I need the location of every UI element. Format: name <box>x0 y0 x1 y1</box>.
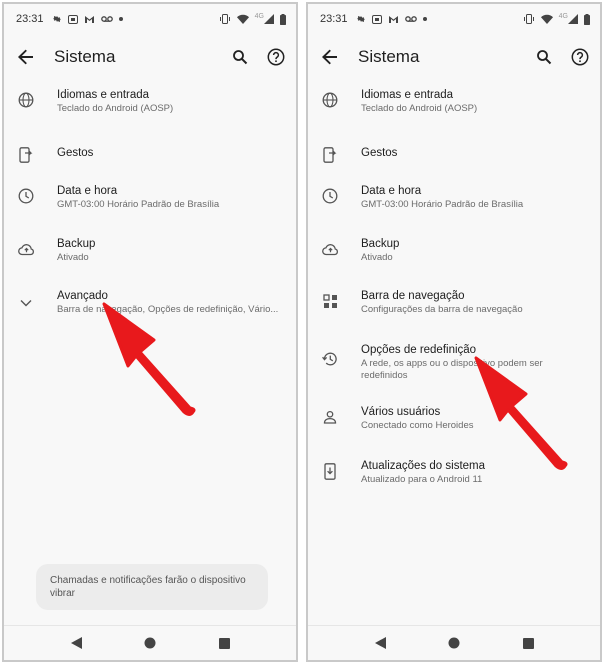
system-navigation-bar <box>4 625 296 660</box>
nav-recents-icon[interactable] <box>520 635 536 651</box>
notification-dot-icon <box>118 17 123 21</box>
wifi-icon <box>540 14 553 24</box>
settings-item-backup[interactable]: Backup Ativado <box>4 228 296 281</box>
settings-item-gestures[interactable]: Gestos <box>308 135 600 175</box>
search-icon[interactable] <box>228 45 252 69</box>
item-title: Backup <box>57 238 96 250</box>
item-title: Data e hora <box>361 185 422 197</box>
status-bar: 23:31 4G <box>4 4 296 34</box>
item-title: Barra de navegação <box>361 290 465 302</box>
settings-item-navigation-bar[interactable]: Barra de navegação Configurações da barr… <box>308 281 600 334</box>
page-title: Sistema <box>54 47 116 66</box>
nav-recents-icon[interactable] <box>216 635 232 651</box>
vibrate-icon <box>523 14 535 24</box>
item-subtitle: Ativado <box>57 252 89 263</box>
clock-icon <box>320 186 340 206</box>
help-icon[interactable] <box>568 45 592 69</box>
wifi-icon <box>236 14 249 24</box>
settings-gear-icon <box>356 14 366 24</box>
settings-gear-icon <box>52 14 62 24</box>
item-subtitle: GMT-03:00 Horário Padrão de Brasília <box>57 199 220 210</box>
notification-dot-icon <box>422 17 427 21</box>
settings-list: Idiomas e entrada Teclado do Android (AO… <box>308 82 600 505</box>
network-type-label: 4G <box>558 12 568 20</box>
item-title: Atualizações do sistema <box>361 460 486 472</box>
clock-icon <box>16 186 36 206</box>
item-subtitle: Conectado como Heroides <box>361 420 474 431</box>
app-bar: Sistema <box>308 34 600 80</box>
gmail-icon <box>84 15 95 24</box>
item-title: Gestos <box>361 147 398 159</box>
sim-icon <box>371 14 382 24</box>
item-title: Opções de redefinição <box>361 344 477 356</box>
nav-home-icon[interactable] <box>446 635 462 651</box>
cloud-upload-icon <box>320 239 340 259</box>
page-title: Sistema <box>358 47 420 66</box>
settings-item-date-time[interactable]: Data e hora GMT-03:00 Horário Padrão de … <box>308 175 600 228</box>
vibrate-icon <box>219 14 231 24</box>
settings-item-languages[interactable]: Idiomas e entrada Teclado do Android (AO… <box>308 82 600 135</box>
signal-icon: 4G <box>558 12 578 24</box>
phone-screen-right: 23:31 4G Sistema Idiomas e entrada Tecla… <box>306 2 602 662</box>
voicemail-icon <box>404 15 417 23</box>
globe-icon <box>16 90 36 110</box>
gestures-icon <box>16 145 36 165</box>
item-subtitle: GMT-03:00 Horário Padrão de Brasília <box>361 199 524 210</box>
status-time: 23:31 <box>320 13 348 25</box>
item-subtitle: Configurações da barra de navegação <box>361 304 523 315</box>
person-icon <box>320 407 340 427</box>
battery-icon <box>584 13 590 25</box>
item-subtitle: Barra de navegação, Opções de redefiniçã… <box>57 304 279 315</box>
phone-screen-left: 23:31 4G Sistema Idiomas e entrada Tecla… <box>2 2 298 662</box>
item-subtitle: A rede, os apps ou o dispositivo podem s… <box>361 358 543 381</box>
system-update-icon <box>320 461 340 481</box>
app-bar: Sistema <box>4 34 296 80</box>
item-title: Gestos <box>57 147 94 159</box>
voicemail-icon <box>100 15 113 23</box>
gmail-icon <box>388 15 399 24</box>
item-title: Idiomas e entrada <box>57 89 150 101</box>
item-title: Backup <box>361 238 400 250</box>
back-arrow-icon[interactable] <box>14 45 38 69</box>
settings-item-multiple-users[interactable]: Vários usuários Conectado como Heroides <box>308 399 600 452</box>
navigation-bar-icon <box>320 291 340 311</box>
system-navigation-bar <box>308 625 600 660</box>
status-time: 23:31 <box>16 13 44 25</box>
help-icon[interactable] <box>264 45 288 69</box>
item-subtitle: Atualizado para o Android 11 <box>361 474 483 485</box>
settings-item-date-time[interactable]: Data e hora GMT-03:00 Horário Padrão de … <box>4 175 296 228</box>
settings-item-advanced[interactable]: Avançado Barra de navegação, Opções de r… <box>4 281 296 334</box>
item-title: Idiomas e entrada <box>361 89 454 101</box>
settings-list: Idiomas e entrada Teclado do Android (AO… <box>4 82 296 334</box>
gestures-icon <box>320 145 340 165</box>
back-arrow-icon[interactable] <box>318 45 342 69</box>
settings-item-languages[interactable]: Idiomas e entrada Teclado do Android (AO… <box>4 82 296 135</box>
settings-item-backup[interactable]: Backup Ativado <box>308 228 600 281</box>
item-subtitle: Teclado do Android (AOSP) <box>57 103 174 114</box>
history-icon <box>320 349 340 369</box>
sim-icon <box>67 14 78 24</box>
vibrate-toast: Chamadas e notificações farão o disposit… <box>36 564 268 610</box>
nav-home-icon[interactable] <box>142 635 158 651</box>
settings-item-gestures[interactable]: Gestos <box>4 135 296 175</box>
status-bar: 23:31 4G <box>308 4 600 34</box>
nav-back-icon[interactable] <box>68 635 84 651</box>
settings-item-reset-options[interactable]: Opções de redefinição A rede, os apps ou… <box>308 334 600 399</box>
item-title: Vários usuários <box>361 406 441 418</box>
globe-icon <box>320 90 340 110</box>
settings-item-system-updates[interactable]: Atualizações do sistema Atualizado para … <box>308 452 600 505</box>
network-type-label: 4G <box>254 12 264 20</box>
signal-icon: 4G <box>254 12 274 24</box>
search-icon[interactable] <box>532 45 556 69</box>
battery-icon <box>280 13 286 25</box>
item-subtitle: Ativado <box>361 252 393 263</box>
cloud-upload-icon <box>16 239 36 259</box>
chevron-down-icon <box>16 293 36 313</box>
item-title: Data e hora <box>57 185 118 197</box>
nav-back-icon[interactable] <box>372 635 388 651</box>
item-title: Avançado <box>57 290 108 302</box>
item-subtitle: Teclado do Android (AOSP) <box>361 103 478 114</box>
